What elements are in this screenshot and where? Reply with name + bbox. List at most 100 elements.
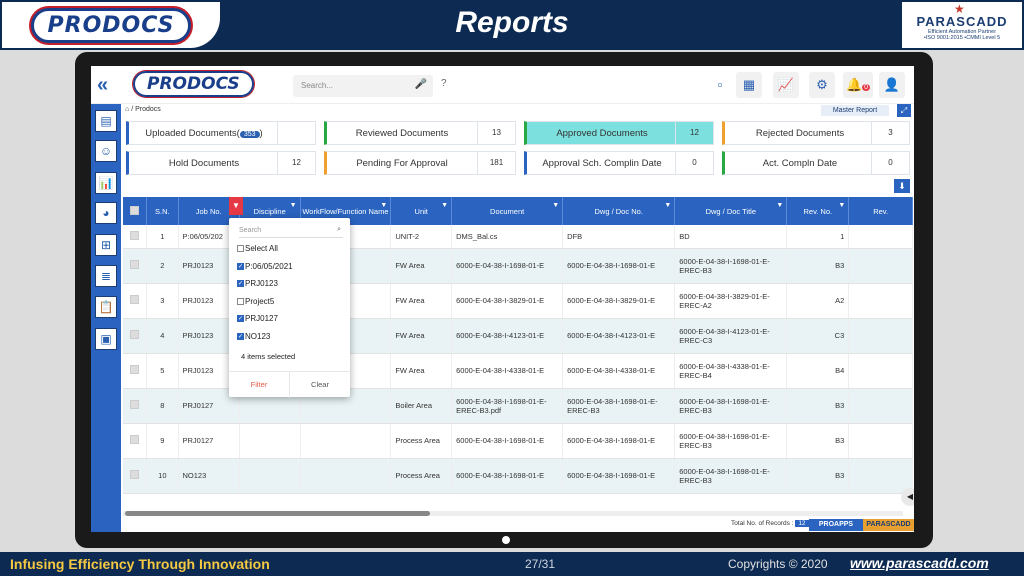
scroll-left-icon[interactable]: ◀ <box>901 488 914 506</box>
card-count: 0 <box>675 152 713 174</box>
user-icon[interactable]: 👤 <box>879 72 905 98</box>
checkbox-icon[interactable]: ✓ <box>237 332 244 340</box>
filter-icon[interactable]: ▼ <box>380 202 387 209</box>
table-row[interactable]: 10 NO123 Process Area 6000-E-04-38-I-1698-0… <box>123 458 913 494</box>
monitor-icon[interactable]: ▣ <box>95 328 117 350</box>
filter-option-label: PRJ0127 <box>245 314 278 323</box>
app-header: « PRODOCS Search... 🎤 ? ▫ ▦ 📈 ⚙ 🔔 0 👤 <box>91 66 914 104</box>
download-icon[interactable]: ⬇ <box>894 179 910 193</box>
filter-icon[interactable]: ▼ <box>664 202 671 209</box>
col-rev[interactable]: Rev. <box>848 197 913 225</box>
row-checkbox[interactable] <box>130 330 140 339</box>
fullscreen-icon[interactable]: ⤢ <box>897 104 911 117</box>
website-link[interactable]: www.parascadd.com <box>850 555 989 571</box>
collapse-menu-icon[interactable]: « <box>97 74 108 97</box>
card-approved-documents[interactable]: Approved Documents 12 <box>524 121 714 145</box>
filter-option-label: Select All <box>245 244 278 253</box>
checkbox-icon[interactable]: ✓ <box>237 280 244 288</box>
microphone-icon[interactable]: 🎤 <box>415 79 427 90</box>
row-checkbox[interactable] <box>130 365 140 374</box>
col-dwg-doc-title[interactable]: Dwg / Doc Title ▼ <box>674 197 788 225</box>
row-checkbox-cell[interactable] <box>123 283 148 319</box>
cell-doc: 6000-E-04-38-I-1698-01-E <box>451 423 564 459</box>
filter-option[interactable]: ✓ P:06/05/2021 <box>237 262 293 271</box>
checkbox-icon[interactable]: ✓ <box>237 315 244 323</box>
documents-icon[interactable]: ≣ <box>95 265 117 287</box>
filter-option[interactable]: Project5 <box>237 297 274 306</box>
filter-search-input[interactable]: Search ⌕ <box>239 224 343 238</box>
filter-option[interactable]: ✓ PRJ0127 <box>237 314 278 323</box>
row-checkbox[interactable] <box>130 230 140 240</box>
checkbox-icon[interactable] <box>237 245 244 253</box>
card-act-compln-date[interactable]: Act. Compln Date 0 <box>722 151 910 175</box>
settings-icon[interactable]: ⚙ <box>809 72 835 98</box>
col-label: Dwg / Doc Title <box>705 206 757 216</box>
col-dwg-doc-no[interactable]: Dwg / Doc No. ▼ <box>562 197 676 225</box>
row-checkbox-cell[interactable] <box>123 225 148 249</box>
filter-icon[interactable]: ▼ <box>290 202 297 209</box>
help-icon[interactable]: ? <box>441 78 447 89</box>
row-checkbox[interactable] <box>130 435 140 444</box>
row-checkbox[interactable] <box>130 260 140 269</box>
filter-icon[interactable]: ▼ <box>552 202 559 209</box>
col-label: Dwg / Doc No. <box>594 206 643 216</box>
image-icon[interactable]: ▫ <box>707 72 733 98</box>
search-input[interactable]: Search... 🎤 <box>293 75 433 97</box>
users-icon[interactable]: ☺ <box>95 140 117 162</box>
master-report-button[interactable]: Master Report <box>821 105 889 116</box>
grid-apps-icon[interactable]: ▦ <box>736 72 762 98</box>
row-checkbox[interactable] <box>130 400 140 409</box>
checkbox-icon[interactable]: ✓ <box>237 262 244 270</box>
filter-icon[interactable]: ▼ <box>441 202 448 209</box>
reports-chart-icon[interactable]: 📊 <box>95 172 117 194</box>
clear-button[interactable]: Clear <box>289 372 350 398</box>
col-rev-no[interactable]: Rev. No. ▼ <box>786 197 850 225</box>
job-no-filter-icon-active[interactable]: ▼ <box>229 197 243 215</box>
row-checkbox-cell[interactable] <box>123 353 148 389</box>
clipboard-icon[interactable]: 📋 <box>95 296 117 318</box>
breadcrumb-text[interactable]: / Prodocs <box>131 106 161 113</box>
checkbox[interactable] <box>130 205 140 215</box>
filter-option[interactable]: ✓ NO123 <box>237 332 270 341</box>
cell-disc <box>239 458 301 494</box>
filter-button[interactable]: Filter <box>229 372 289 398</box>
notification-bell-icon[interactable]: 🔔 0 <box>843 72 873 98</box>
card-approval-sch-compln-date[interactable]: Approval Sch. Complin Date 0 <box>524 151 714 175</box>
row-checkbox-cell[interactable] <box>123 388 148 424</box>
row-checkbox-cell[interactable] <box>123 423 148 459</box>
card-label: Reviewed Documents <box>355 128 449 139</box>
filter-icon[interactable]: ▼ <box>838 202 845 209</box>
chart-icon[interactable]: 📈 <box>773 72 799 98</box>
filter-icon[interactable]: ▼ <box>776 202 783 209</box>
select-all-checkbox[interactable] <box>123 197 148 225</box>
row-checkbox-cell[interactable] <box>123 248 148 284</box>
row-checkbox[interactable] <box>130 295 140 304</box>
org-chart-icon[interactable]: ⊞ <box>95 234 117 256</box>
col-document[interactable]: Document ▼ <box>451 197 564 225</box>
pie-chart-icon[interactable]: ◕ <box>95 202 117 224</box>
filter-option[interactable]: ✓ PRJ0123 <box>237 279 278 288</box>
cell-rev-extra <box>848 423 913 459</box>
card-uploaded-documents[interactable]: Uploaded Documents(353) <box>126 121 316 145</box>
row-checkbox[interactable] <box>130 470 140 479</box>
checkbox-icon[interactable] <box>237 297 244 305</box>
col-unit[interactable]: Unit ▼ <box>390 197 453 225</box>
filter-option[interactable]: Select All <box>237 244 278 253</box>
table-row[interactable]: 9 PRJ0127 Process Area 6000-E-04-38-I-1698-… <box>123 423 913 459</box>
horizontal-scrollbar[interactable] <box>123 511 903 516</box>
card-rejected-documents[interactable]: Rejected Documents 3 <box>722 121 910 145</box>
card-reviewed-documents[interactable]: Reviewed Documents 13 <box>324 121 516 145</box>
card-label: Rejected Documents <box>755 128 845 139</box>
scrollbar-thumb[interactable] <box>125 511 430 516</box>
row-checkbox-cell[interactable] <box>123 318 148 354</box>
dashboard-icon[interactable]: ▤ <box>95 110 117 132</box>
card-pending-approval[interactable]: Pending For Approval 181 <box>324 151 516 175</box>
row-checkbox-cell[interactable] <box>123 458 148 494</box>
col-label: Rev. No. <box>803 206 833 216</box>
home-icon[interactable]: ⌂ <box>125 106 129 113</box>
card-count: 181 <box>477 152 515 174</box>
card-hold-documents[interactable]: Hold Documents 12 <box>126 151 316 175</box>
cell-rev-extra <box>848 388 913 424</box>
card-count: 3 <box>871 122 909 144</box>
cell-title: BD <box>674 225 788 249</box>
